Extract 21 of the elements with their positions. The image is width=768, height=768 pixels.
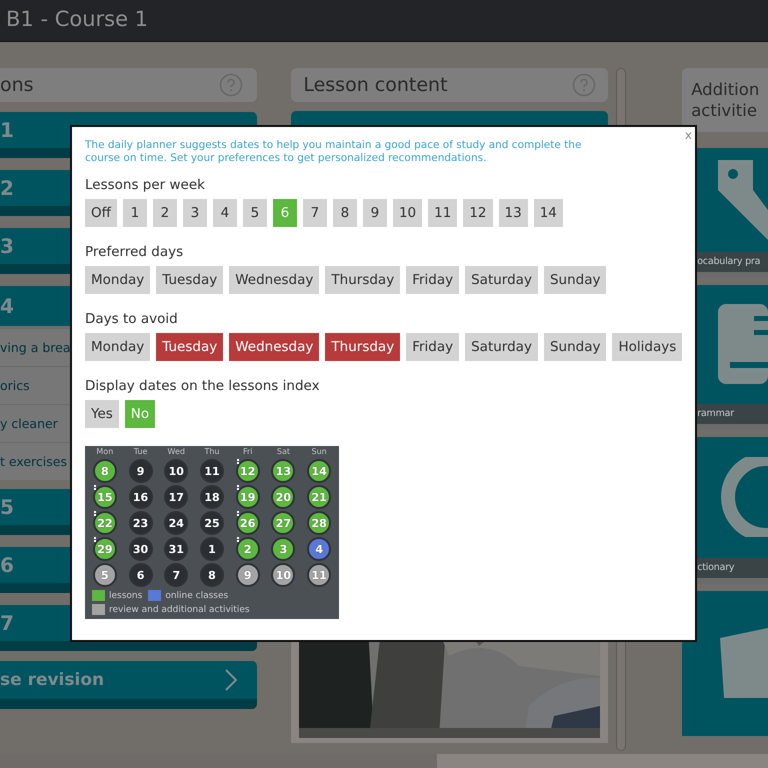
legend-label: review and additional activities [109, 604, 250, 614]
panel-title: Addition [691, 78, 760, 100]
panel-title: Lesson content [303, 74, 448, 96]
panel-title: ons [0, 74, 34, 96]
legend-label: online classes [165, 590, 228, 600]
weekday-label: Fri [242, 447, 254, 457]
weekday-label: Mon [95, 447, 114, 457]
weekday-label: Thu [203, 447, 220, 457]
revision-label: se revision [0, 670, 104, 690]
weekday-label: Sat [276, 447, 291, 457]
section-label: Preferred days [85, 244, 184, 260]
section-label: Display dates on the lessons index [85, 378, 321, 394]
panel-title: activitie [691, 100, 758, 121]
course-title: B1 - Course 1 [5, 6, 150, 31]
weekday-label: Tue [132, 447, 148, 457]
weekday-label: Sun [310, 447, 328, 457]
section-label: Days to avoid [85, 311, 179, 327]
intro-text: The daily planner suggests dates to help you maintain a good pace of study and complete the course on time. Set your preferences to get personalized recommendations. [85, 139, 582, 165]
legend-label: lessons [109, 590, 142, 600]
section-label: Lessons per week [85, 177, 206, 193]
weekday-label: Wed [166, 447, 186, 457]
